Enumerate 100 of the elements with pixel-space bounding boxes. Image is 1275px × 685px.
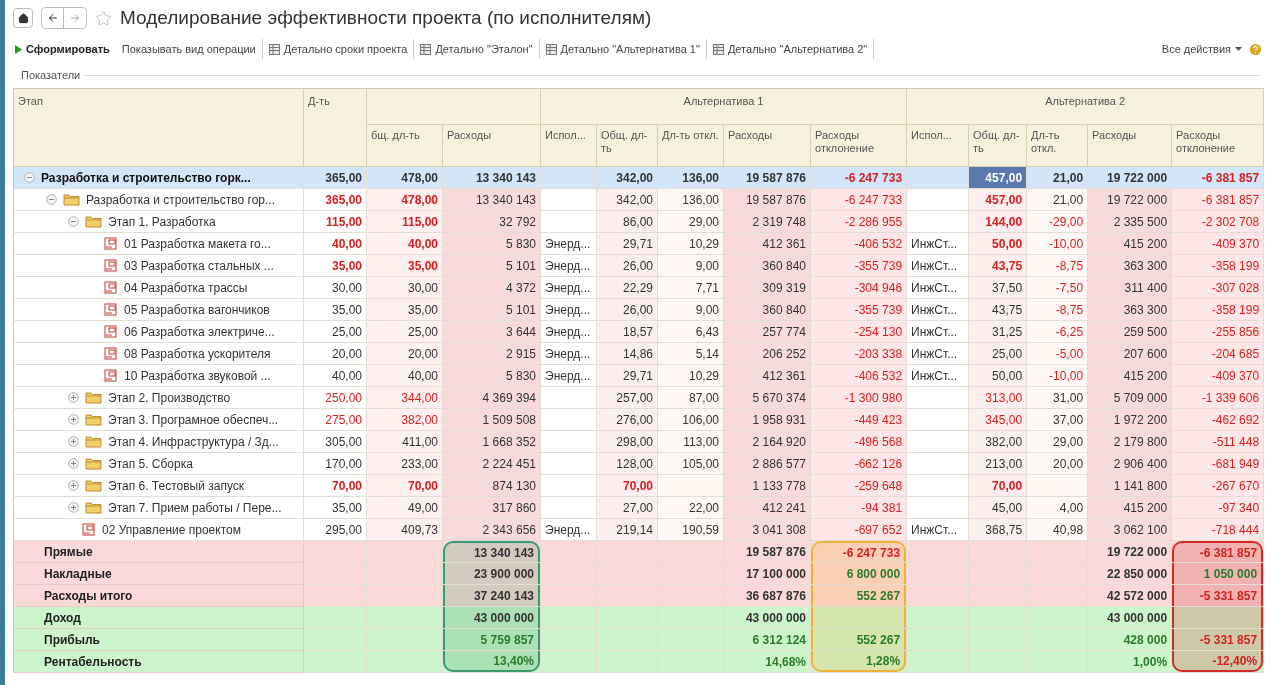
column-header[interactable]: Общ. дл-ть [596,124,658,167]
table-cell-text: 43 000 000 [744,609,807,627]
column-header[interactable]: Расходы [723,124,811,167]
table-cell-text: 415 200 [1122,499,1169,517]
column-header[interactable]: Испол... [906,124,969,167]
table-cell: 43 000 000 [443,607,540,628]
table-cell-text: 233,00 [400,455,439,473]
table-cell-text: 50,00 [991,235,1024,253]
table-cell-text: 50,00 [991,367,1024,385]
table-cell-text: 32 792 [498,213,537,231]
table-row[interactable]: 02 Управление проектом 295,00 409,73 2 343 656 Энерд... 219,14 190,59 3 041 308 -697 652 ИнжСт... 368,75 40,98 3 062 100 -718 444 [13,518,1264,541]
column-header[interactable]: Этап [13,88,304,167]
table-cell-text: -496 568 [853,433,904,451]
table-row[interactable]: 10 Разработка звуковой ... 40,00 40,00 5 830 Энерд... 29,71 10,29 412 361 -406 532 ИнжСт... 50,00 -10,00 415 200 -409 370 [13,364,1264,387]
table-cell-text: 70,00 [991,477,1024,495]
table-row[interactable]: 04 Разработка трассы 30,00 30,00 4 372 Энерд... 22,29 7,71 309 319 -304 946 ИнжСт... 37,50 -7,50 311 400 -307 028 [13,276,1264,299]
report-button[interactable]: Детально "Эталон" [414,39,540,59]
table-cell-text: ИнжСт... [910,235,959,253]
table-row[interactable]: Этап 5. Сборка 170,00 233,00 2 224 451 128,00 105,00 2 886 577 -662 126 213,00 20,00 2 906 400 -681 949 [13,452,1264,475]
table-cell-text: 35,00 [330,301,363,319]
table-row[interactable]: Этап 6. Тестовый запуск 70,00 70,00 874 130 70,00 1 133 778 -259 648 70,00 1 141 800 -267 670 [13,474,1264,497]
table-cell-text: 7,71 [694,279,720,297]
table-row[interactable]: 06 Разработка электриче... 25,00 25,00 3 644 Энерд... 18,57 6,43 257 774 -254 130 ИнжСт... 31,25 -6,25 259 500 -255 856 [13,320,1264,343]
report-button[interactable]: Детально "Альтернатива 1" [539,39,707,59]
table-row[interactable]: Этап 2. Производство 250,00 344,00 4 369 394 257,00 87,00 5 670 374 -1 300 980 313,00 31,00 5 709 000 -1 339 606 [13,386,1264,409]
table-cell-text: 309 319 [761,279,807,297]
table-row[interactable]: 08 Разработка ускорителя 20,00 20,00 2 915 Энерд... 14,86 5,14 206 252 -203 338 ИнжСт... 25,00 -5,00 207 600 -204 685 [13,342,1264,365]
table-cell-text: Энерд... [544,279,592,297]
table-cell: 5 759 857 [443,629,540,650]
table-cell-text: 43,75 [991,257,1024,275]
table-row[interactable]: 05 Разработка вагончиков 35,00 35,00 5 101 Энерд... 26,00 9,00 360 840 -355 739 ИнжСт... 43,75 -8,75 363 300 -358 199 [13,298,1264,321]
table-row[interactable]: Разработка и строительство горк... 365,00 478,00 13 340 143 342,00 136,00 19 587 876 -6 247 733 457,00 21,00 19 722 000 -6 381 857 [13,166,1264,189]
table-cell-text: 412 361 [761,235,807,253]
table-cell-text: -10,00 [1048,367,1085,385]
minus-circle-icon[interactable] [68,216,79,227]
table-cell-text: 115,00 [400,213,439,231]
table-cell-text: 105,00 [681,455,720,473]
table-row[interactable]: Этап 4. Инфраструктура / Зд... 305,00 411,00 1 668 352 298,00 113,00 2 164 920 -496 568 382,00 29,00 2 179 800 -511 448 [13,430,1264,453]
table-row[interactable]: Этап 1. Разработка 115,00 115,00 32 792 86,00 29,00 2 319 748 -2 286 955 144,00 -29,00 2 335 500 -2 302 708 [13,210,1264,233]
plus-circle-icon[interactable] [68,480,79,491]
actions-menu-button[interactable]: Все действия [1155,39,1248,59]
column-header[interactable]: Расходы отклонение [1171,124,1264,167]
table-cell-text: 3 062 100 [1112,521,1169,539]
table-cell-text: 40,00 [330,367,363,385]
table-cell: 1 050 000 [1172,563,1264,584]
column-header[interactable]: Расходы [1087,124,1172,167]
plus-circle-icon[interactable] [68,502,79,513]
table-cell-text: 298,00 [615,433,654,451]
table-cell-text: 365,00 [324,169,363,187]
home-button[interactable] [13,8,33,28]
column-header[interactable]: Д-ть [303,88,367,167]
stage-name: Этап 6. Тестовый запуск [108,477,245,495]
column-header[interactable]: Испол... [540,124,597,167]
report-button[interactable]: Детально "Альтернатива 2" [706,39,875,59]
plus-circle-icon[interactable] [68,458,79,469]
table-cell-text: 3 644 [504,323,537,341]
table-cell-text: 36 687 876 [744,587,807,605]
table-cell-text: 5 670 374 [751,389,807,407]
table-row[interactable]: Этап 3. Програмное обеспеч... 275,00 382,00 1 509 508 276,00 106,00 1 958 931 -449 423 345,00 37,00 1 972 200 -462 692 [13,408,1264,431]
table-cell: 23 900 000 [443,563,540,584]
column-header[interactable]: бщ. дл-ть [366,124,443,167]
table-row[interactable]: Разработка и строительство гор... 365,00 478,00 13 340 143 342,00 136,00 19 587 876 -6 247 733 457,00 21,00 19 722 000 -6 381 857 [13,188,1264,211]
table-icon [420,43,432,55]
table-cell-text: 29,71 [621,367,654,385]
column-header[interactable]: Дл-ть откл. [657,124,724,167]
toolbar-button[interactable]: Показывать вид операции [115,39,263,59]
report-button[interactable]: Детально сроки проекта [262,39,415,59]
minus-circle-icon[interactable] [46,194,57,205]
table-cell-text: 344,00 [400,389,439,407]
table-row[interactable]: 01 Разработка макета го... 40,00 40,00 5 830 Энерд... 29,71 10,29 412 361 -406 532 ИнжСт... 50,00 -10,00 415 200 -409 370 [13,232,1264,255]
column-header[interactable]: Расходы отклонение [810,124,907,167]
column-header[interactable]: Дл-ть откл. [1026,124,1088,167]
help-icon[interactable] [1248,41,1263,57]
column-header[interactable]: Общ. дл-ть [968,124,1027,167]
plus-circle-icon[interactable] [68,436,79,447]
table-cell-text: 10,29 [687,367,720,385]
table-cell: 13 340 143 [443,541,540,562]
table-cell-text: 113,00 [682,433,720,451]
table-icon [268,43,280,55]
table-cell-text: 409,73 [400,521,439,539]
table-cell-text: 2 915 [504,345,537,363]
task-icon [82,522,96,537]
table-row[interactable]: 03 Разработка стальных ... 35,00 35,00 5 101 Энерд... 26,00 9,00 360 840 -355 739 ИнжСт... 43,75 -8,75 363 300 -358 199 [13,254,1264,277]
column-header[interactable]: Расходы [442,124,541,167]
section-label: Показатели [21,67,81,83]
table-cell-text: -1 300 980 [843,389,904,407]
stage-name: Этап 5. Сборка [108,455,193,473]
table-cell-text: 5 709 000 [1112,389,1169,407]
plus-circle-icon[interactable] [68,392,79,403]
star-icon[interactable] [95,9,112,27]
table-cell-text: ИнжСт... [910,345,959,363]
minus-circle-icon[interactable] [24,172,35,183]
table-row[interactable]: Этап 7. Прием работы / Пере... 35,00 49,00 317 860 27,00 22,00 412 241 -94 381 45,00 4,00 415 200 -97 340 [13,496,1264,519]
stage-name: 10 Разработка звуковой ... [124,367,271,385]
table-cell-text: 115,00 [324,213,363,231]
plus-circle-icon[interactable] [68,414,79,425]
stage-name: 08 Разработка ускорителя [124,345,271,363]
run-button[interactable]: Сформировать [9,39,116,59]
stage-name: Этап 4. Инфраструктура / Зд... [108,433,279,451]
forward-icon [69,12,81,24]
